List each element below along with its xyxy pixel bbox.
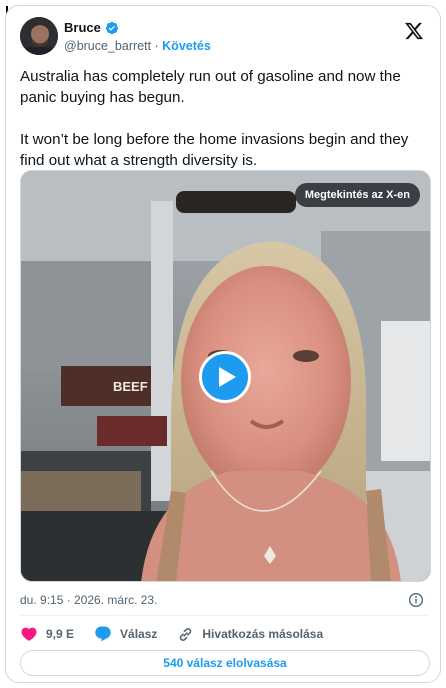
author-handle-row: @bruce_barrett · Követés — [64, 39, 211, 53]
play-button[interactable] — [199, 351, 251, 403]
handle-separator: · — [151, 39, 163, 53]
reply-label: Válasz — [120, 627, 158, 641]
tweet-card[interactable]: Bruce @bruce_barrett · Követés Australia… — [5, 5, 441, 683]
divider — [20, 615, 428, 616]
author-handle[interactable]: @bruce_barrett — [64, 39, 151, 53]
avatar[interactable] — [20, 17, 58, 55]
info-icon[interactable] — [408, 592, 424, 608]
likes-count: 9,9 E — [46, 627, 75, 641]
x-logo-icon[interactable] — [404, 21, 424, 41]
author-name-row: Bruce — [64, 20, 119, 35]
like-button[interactable]: 9,9 E — [20, 625, 74, 643]
link-icon — [180, 627, 192, 641]
heart-icon — [21, 627, 37, 641]
reply-bubble-icon — [95, 626, 111, 642]
store-sign-text: BEEF — [113, 379, 148, 394]
video-player[interactable]: BEEF Megtekintés az X-en — [20, 170, 431, 582]
copy-link-label: Hivatkozás másolása — [202, 627, 324, 641]
play-icon — [219, 367, 236, 387]
action-bar: 9,9 E Válasz Hivatkozás másolása — [20, 622, 428, 646]
view-on-x-button[interactable]: Megtekintés az X-en — [294, 183, 420, 207]
tweet-meta: du. 9:15 · 2026. márc. 23. — [20, 590, 428, 612]
timestamp[interactable]: du. 9:15 · 2026. márc. 23. — [20, 593, 157, 607]
read-replies-button[interactable]: 540 válasz elolvasása — [20, 650, 430, 676]
copy-link-button[interactable]: Hivatkozás másolása — [177, 626, 323, 643]
tweet-text: Australia has completely run out of gaso… — [20, 68, 409, 169]
verified-badge-icon — [105, 21, 118, 34]
follow-button[interactable]: Követés — [162, 39, 211, 53]
reply-button[interactable]: Válasz — [94, 625, 157, 643]
author-name[interactable]: Bruce — [64, 20, 101, 35]
tweet-header: Bruce @bruce_barrett · Követés — [20, 17, 428, 61]
